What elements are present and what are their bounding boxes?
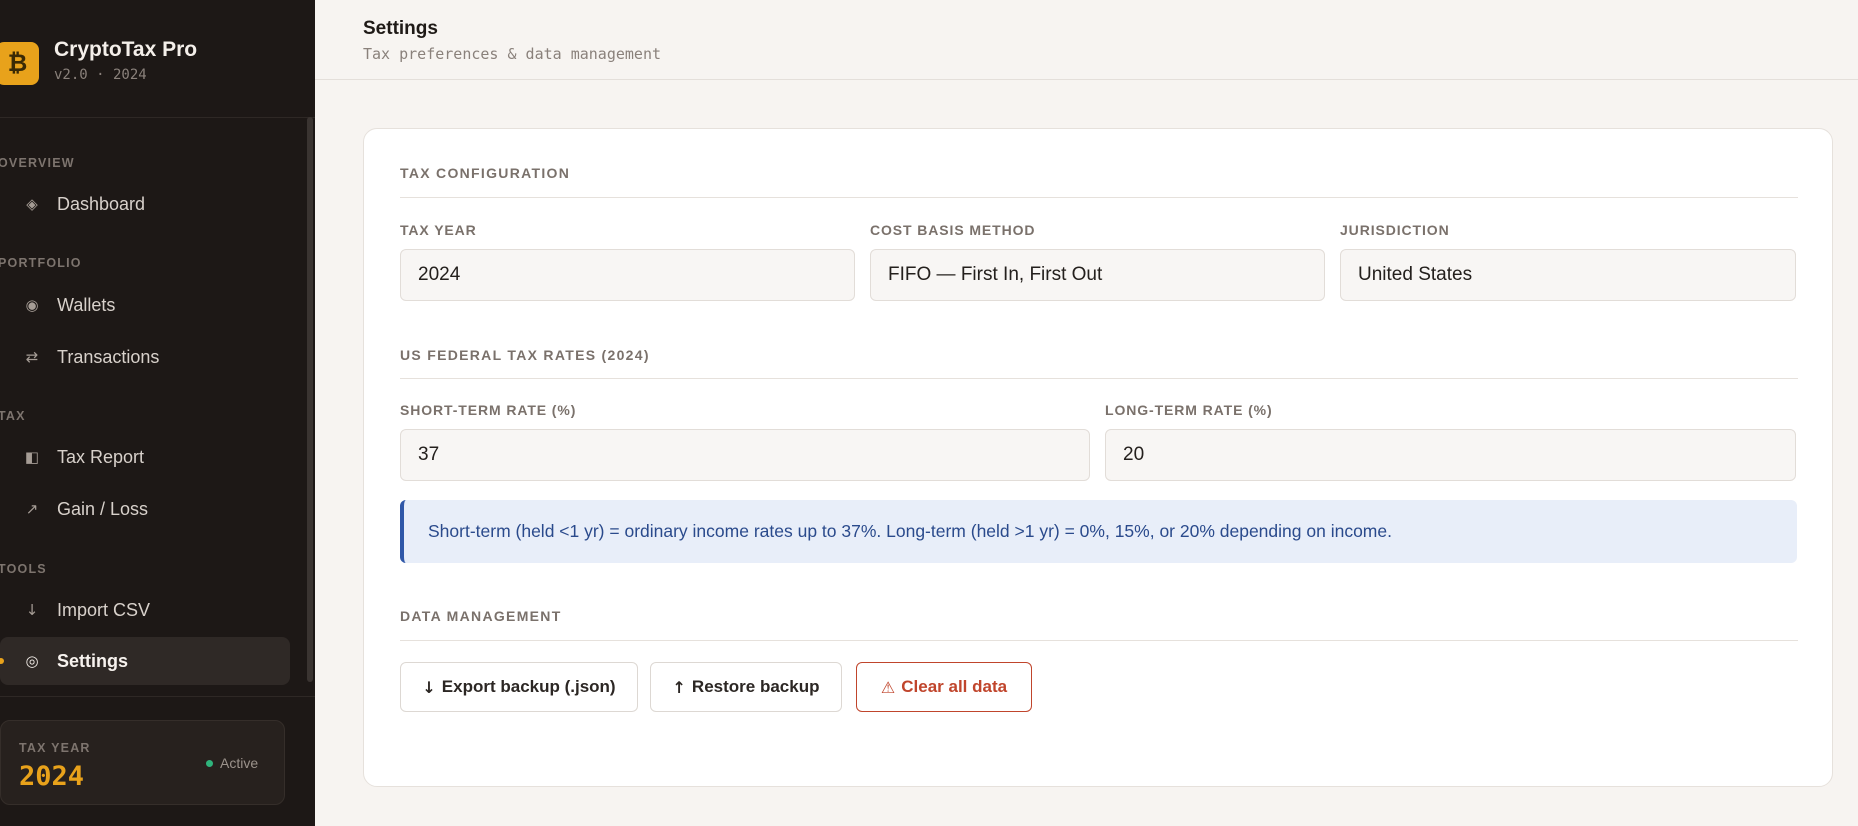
sidebar-item-label: Settings [57, 650, 129, 671]
sidebar-item-label: Dashboard [57, 193, 146, 214]
settings-card: TAX CONFIGURATION TAX YEAR 2024 COST BAS… [363, 128, 1833, 787]
clear-all-data-label: Clear all data [901, 677, 1008, 696]
status-badge: Active [206, 755, 258, 771]
nav-section-tax: TAX [0, 409, 26, 423]
tax-year-select[interactable]: 2024 [400, 249, 855, 301]
sidebar-item-label: Wallets [57, 294, 116, 315]
nav-section-portfolio: PORTFOLIO [0, 256, 82, 270]
section-divider [400, 197, 1798, 198]
page-subtitle: Tax preferences & data management [363, 45, 662, 63]
restore-backup-button[interactable]: ↑ Restore backup [650, 662, 842, 712]
swap-icon: ⇄ [25, 348, 39, 366]
upload-icon: ↑ [672, 677, 686, 697]
restore-backup-label: Restore backup [691, 677, 820, 696]
sidebar-item-label: Gain / Loss [57, 498, 149, 519]
section-title-tax-rates: US FEDERAL TAX RATES (2024) [400, 347, 650, 363]
page-title: Settings [363, 18, 438, 39]
tax-year-label: TAX YEAR [19, 741, 91, 755]
import-icon: ↓ [25, 601, 39, 619]
active-indicator [0, 658, 4, 664]
report-icon: ◧ [24, 448, 40, 466]
sidebar-item-wallets[interactable]: ◉ Wallets [0, 281, 290, 329]
jurisdiction-select[interactable]: United States [1340, 249, 1796, 301]
long-term-rate-label: LONG-TERM RATE (%) [1105, 402, 1273, 418]
long-term-rate-input[interactable]: 20 [1105, 429, 1796, 481]
section-divider [400, 378, 1798, 379]
clear-all-data-button[interactable]: ⚠ Clear all data [856, 662, 1032, 712]
diamond-icon: ◈ [26, 195, 38, 213]
section-divider [400, 640, 1798, 641]
sidebar-item-label: Tax Report [57, 446, 145, 467]
sidebar-item-gain-loss[interactable]: ↗ Gain / Loss [0, 485, 290, 533]
page-header: Settings Tax preferences & data manageme… [315, 0, 1858, 80]
sidebar-item-import-csv[interactable]: ↓ Import CSV [0, 586, 290, 634]
app-version: v2.0 · 2024 [54, 67, 147, 83]
sidebar-item-tax-report[interactable]: ◧ Tax Report [0, 433, 290, 481]
export-backup-button[interactable]: ↓ Export backup (.json) [400, 662, 638, 712]
sidebar: ₿ CryptoTax Pro v2.0 · 2024 OVERVIEW ◈ D… [0, 0, 315, 826]
sidebar-item-label: Transactions [57, 346, 160, 367]
sidebar-divider [0, 696, 315, 697]
cost-basis-select[interactable]: FIFO — First In, First Out [870, 249, 1325, 301]
tax-year-card: TAX YEAR 2024 Active [0, 720, 285, 805]
sidebar-item-transactions[interactable]: ⇄ Transactions [0, 333, 290, 381]
wallet-icon: ◉ [25, 296, 39, 314]
short-term-rate-label: SHORT-TERM RATE (%) [400, 402, 577, 418]
export-backup-label: Export backup (.json) [441, 677, 616, 696]
download-icon: ↓ [422, 677, 436, 697]
status-dot-icon [206, 759, 213, 767]
sidebar-scrollbar[interactable] [307, 117, 313, 682]
warning-icon: ⚠ [880, 677, 896, 697]
brand: ₿ CryptoTax Pro v2.0 · 2024 [0, 0, 315, 118]
nav-section-overview: OVERVIEW [0, 156, 75, 170]
short-term-rate-input[interactable]: 37 [400, 429, 1090, 481]
sidebar-item-dashboard[interactable]: ◈ Dashboard [0, 180, 290, 228]
sidebar-item-label: Import CSV [57, 599, 151, 620]
nav-section-tools: TOOLS [0, 562, 47, 576]
trend-icon: ↗ [25, 500, 39, 518]
jurisdiction-field-label: JURISDICTION [1340, 222, 1450, 238]
sidebar-item-settings[interactable]: ◎ Settings [0, 637, 290, 685]
cost-basis-field-label: COST BASIS METHOD [870, 222, 1036, 238]
app-name: CryptoTax Pro [54, 38, 198, 61]
bitcoin-logo-icon: ₿ [0, 42, 39, 85]
status-text: Active [220, 755, 259, 771]
section-title-tax-configuration: TAX CONFIGURATION [400, 165, 571, 181]
tax-rate-info-note: Short-term (held <1 yr) = ordinary incom… [400, 500, 1797, 563]
tax-year-value: 2024 [19, 761, 85, 792]
section-title-data-management: DATA MANAGEMENT [400, 608, 562, 624]
settings-icon: ◎ [25, 652, 39, 670]
tax-year-field-label: TAX YEAR [400, 222, 477, 238]
